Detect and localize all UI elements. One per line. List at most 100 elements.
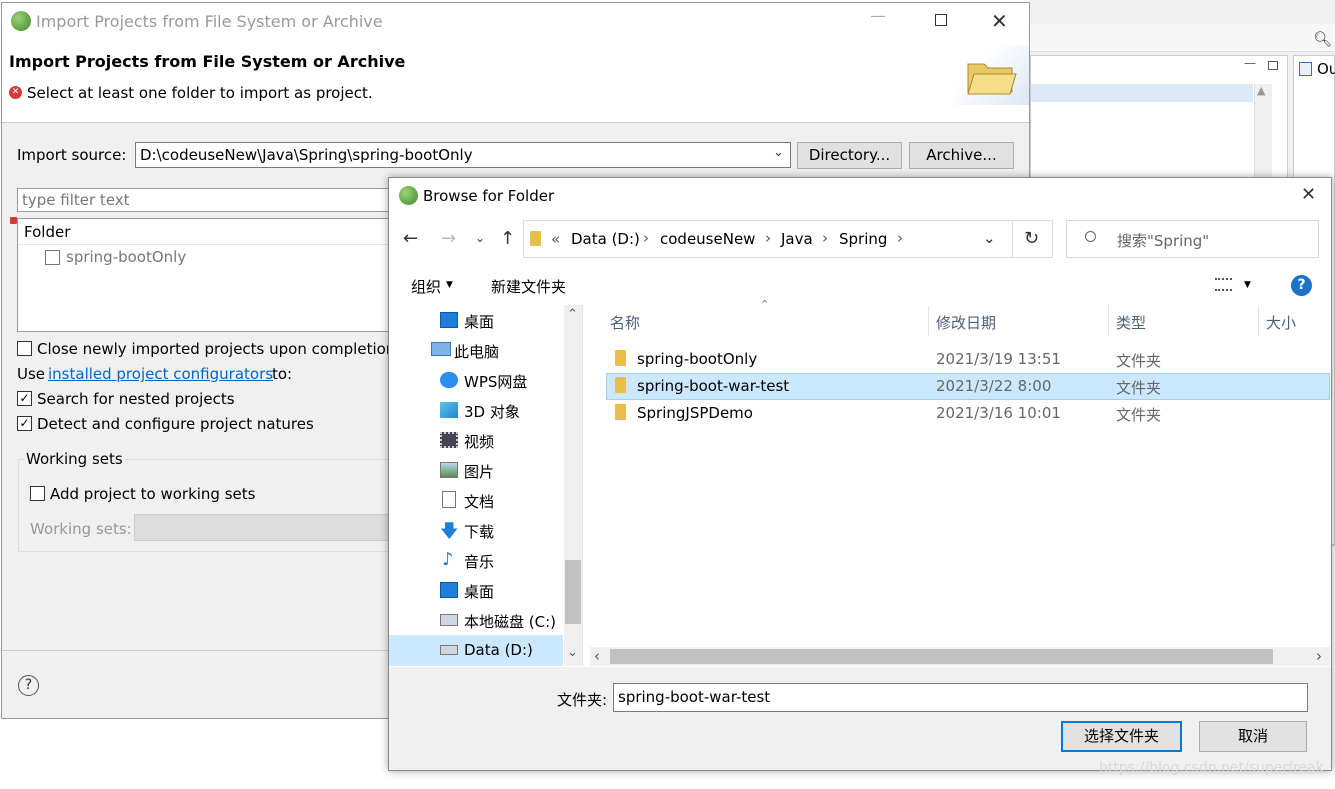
up-arrow-icon[interactable]: ↑ <box>500 228 515 249</box>
new-folder-button[interactable]: 新建文件夹 <box>491 276 566 297</box>
organize-dropdown-icon[interactable]: ▼ <box>446 280 453 290</box>
file-name[interactable]: spring-bootOnly <box>637 350 757 368</box>
nav-item-video[interactable]: 视频 <box>464 431 494 452</box>
working-sets-combo <box>134 514 389 541</box>
nav-item-this-pc[interactable]: 此电脑 <box>454 341 499 362</box>
horizontal-scroll-thumb[interactable] <box>610 649 1273 664</box>
maximize-view-button[interactable] <box>1268 61 1278 70</box>
desktop-icon <box>440 312 458 328</box>
scroll-up-arrow[interactable]: ▲ <box>1257 84 1265 97</box>
configurators-link[interactable]: installed project configurators <box>48 365 273 383</box>
organize-menu[interactable]: 组织 <box>411 276 441 297</box>
nav-item-pictures[interactable]: 图片 <box>464 461 494 482</box>
nav-scroll-thumb[interactable] <box>565 560 581 624</box>
file-name[interactable]: SpringJSPDemo <box>637 404 753 422</box>
refresh-icon[interactable]: ↻ <box>1024 228 1039 249</box>
scroll-right-icon[interactable]: › <box>1316 647 1322 665</box>
help-circle-icon[interactable]: ? <box>1291 275 1312 296</box>
breadcrumb-separator-icon[interactable]: › <box>822 229 828 247</box>
use-prefix: Use <box>17 365 46 383</box>
nav-item-desktop[interactable]: 桌面 <box>464 311 494 332</box>
file-type: 文件夹 <box>1116 352 1162 370</box>
file-date: 2021/3/22 8:00 <box>936 377 1052 395</box>
recent-dropdown-icon[interactable]: ⌄ <box>475 231 485 245</box>
folder-icon <box>615 350 626 366</box>
breadcrumb-overflow[interactable]: « <box>551 230 560 248</box>
breadcrumb-spring[interactable]: Spring <box>839 230 887 248</box>
select-folder-button[interactable]: 选择文件夹 <box>1061 721 1182 752</box>
address-dropdown-icon[interactable]: ⌄ <box>983 229 996 247</box>
nav-item-drive-c[interactable]: 本地磁盘 (C:) <box>464 611 556 632</box>
help-icon[interactable]: ? <box>18 675 39 696</box>
editor-selection-row <box>1031 84 1253 102</box>
folder-column-header[interactable]: Folder <box>18 219 388 245</box>
import-source-label: Import source: <box>17 146 127 164</box>
back-arrow-icon[interactable]: ← <box>403 228 418 249</box>
search-icon[interactable]: 🔍︎ <box>1313 30 1332 48</box>
import-window-title: Import Projects from File System or Arch… <box>36 12 383 31</box>
maximize-button[interactable] <box>935 14 947 26</box>
spring-leaf-icon <box>11 11 31 31</box>
close-newly-checkbox[interactable] <box>17 341 32 356</box>
breadcrumb-separator-icon[interactable]: › <box>765 229 771 247</box>
browse-close-button[interactable]: ✕ <box>1301 184 1316 205</box>
view-dropdown-icon[interactable]: ▼ <box>1244 280 1251 290</box>
outline-icon <box>1299 62 1312 76</box>
column-name[interactable]: 名称 <box>610 312 640 333</box>
add-working-sets-checkbox[interactable] <box>30 486 45 501</box>
nav-item-music[interactable]: 音乐 <box>464 551 494 572</box>
desktop-icon <box>440 582 458 598</box>
sort-indicator-icon: ⌃ <box>760 298 770 311</box>
drive-icon <box>440 614 458 626</box>
folder-icon <box>615 404 626 420</box>
import-source-combo[interactable]: D:\codeuseNew\Java\Spring\spring-bootOnl… <box>135 142 791 168</box>
column-size[interactable]: 大小 <box>1266 312 1296 333</box>
minimize-view-button[interactable]: — <box>1244 56 1256 70</box>
column-date[interactable]: 修改日期 <box>936 312 996 333</box>
computer-icon <box>431 342 451 356</box>
search-nested-checkbox[interactable]: ✓ <box>17 391 32 406</box>
chevron-down-icon[interactable]: ⌄ <box>773 145 784 160</box>
nav-item-wps[interactable]: WPS网盘 <box>464 371 527 392</box>
error-icon: ✕ <box>9 86 22 99</box>
working-sets-group-label: Working sets <box>24 450 125 468</box>
folder-item-label[interactable]: spring-bootOnly <box>66 248 186 266</box>
browse-title: Browse for Folder <box>423 187 555 205</box>
nav-scroll-down-icon[interactable]: ⌄ <box>567 645 578 660</box>
cancel-button[interactable]: 取消 <box>1199 721 1307 752</box>
detect-configure-label: Detect and configure project natures <box>37 415 314 433</box>
nav-item-desktop-2[interactable]: 桌面 <box>464 581 494 602</box>
documents-icon <box>442 491 456 508</box>
nav-item-documents[interactable]: 文档 <box>464 491 494 512</box>
outline-tab[interactable]: Ou <box>1317 60 1335 78</box>
nav-item-3d[interactable]: 3D 对象 <box>464 401 520 422</box>
filter-input[interactable]: type filter text <box>17 188 389 212</box>
folder-column-label: Folder <box>24 223 71 241</box>
scroll-left-icon[interactable]: ‹ <box>594 647 600 665</box>
nav-item-downloads[interactable]: 下载 <box>464 521 494 542</box>
minimize-button[interactable]: — <box>870 6 886 25</box>
nav-scroll-up-icon[interactable]: ⌃ <box>567 307 578 322</box>
browse-spring-icon <box>399 186 418 205</box>
nav-item-drive-d[interactable]: Data (D:) <box>464 641 533 659</box>
pictures-icon <box>440 462 458 478</box>
column-type[interactable]: 类型 <box>1116 312 1146 333</box>
file-name[interactable]: spring-boot-war-test <box>637 377 789 395</box>
detect-configure-checkbox[interactable]: ✓ <box>17 416 32 431</box>
download-icon: 🡇 <box>440 521 459 542</box>
directory-button[interactable]: Directory... <box>797 142 902 169</box>
import-header-title: Import Projects from File System or Arch… <box>9 52 406 71</box>
file-type: 文件夹 <box>1116 406 1162 424</box>
archive-button[interactable]: Archive... <box>909 142 1014 169</box>
breadcrumb-java[interactable]: Java <box>781 230 813 248</box>
close-button[interactable]: ✕ <box>991 9 1008 33</box>
left-background-strip <box>0 720 388 789</box>
breadcrumb-separator-icon[interactable]: › <box>897 229 903 247</box>
breadcrumb-data[interactable]: Data (D:) <box>571 230 640 248</box>
folder-input[interactable]: spring-boot-war-test <box>613 683 1308 712</box>
view-options-icon[interactable] <box>1215 278 1232 291</box>
folder-item-checkbox[interactable] <box>45 250 60 265</box>
breadcrumb-codeusenew[interactable]: codeuseNew <box>660 230 755 248</box>
breadcrumb-separator-icon[interactable]: › <box>643 229 649 247</box>
forward-arrow-icon[interactable]: → <box>441 228 456 249</box>
